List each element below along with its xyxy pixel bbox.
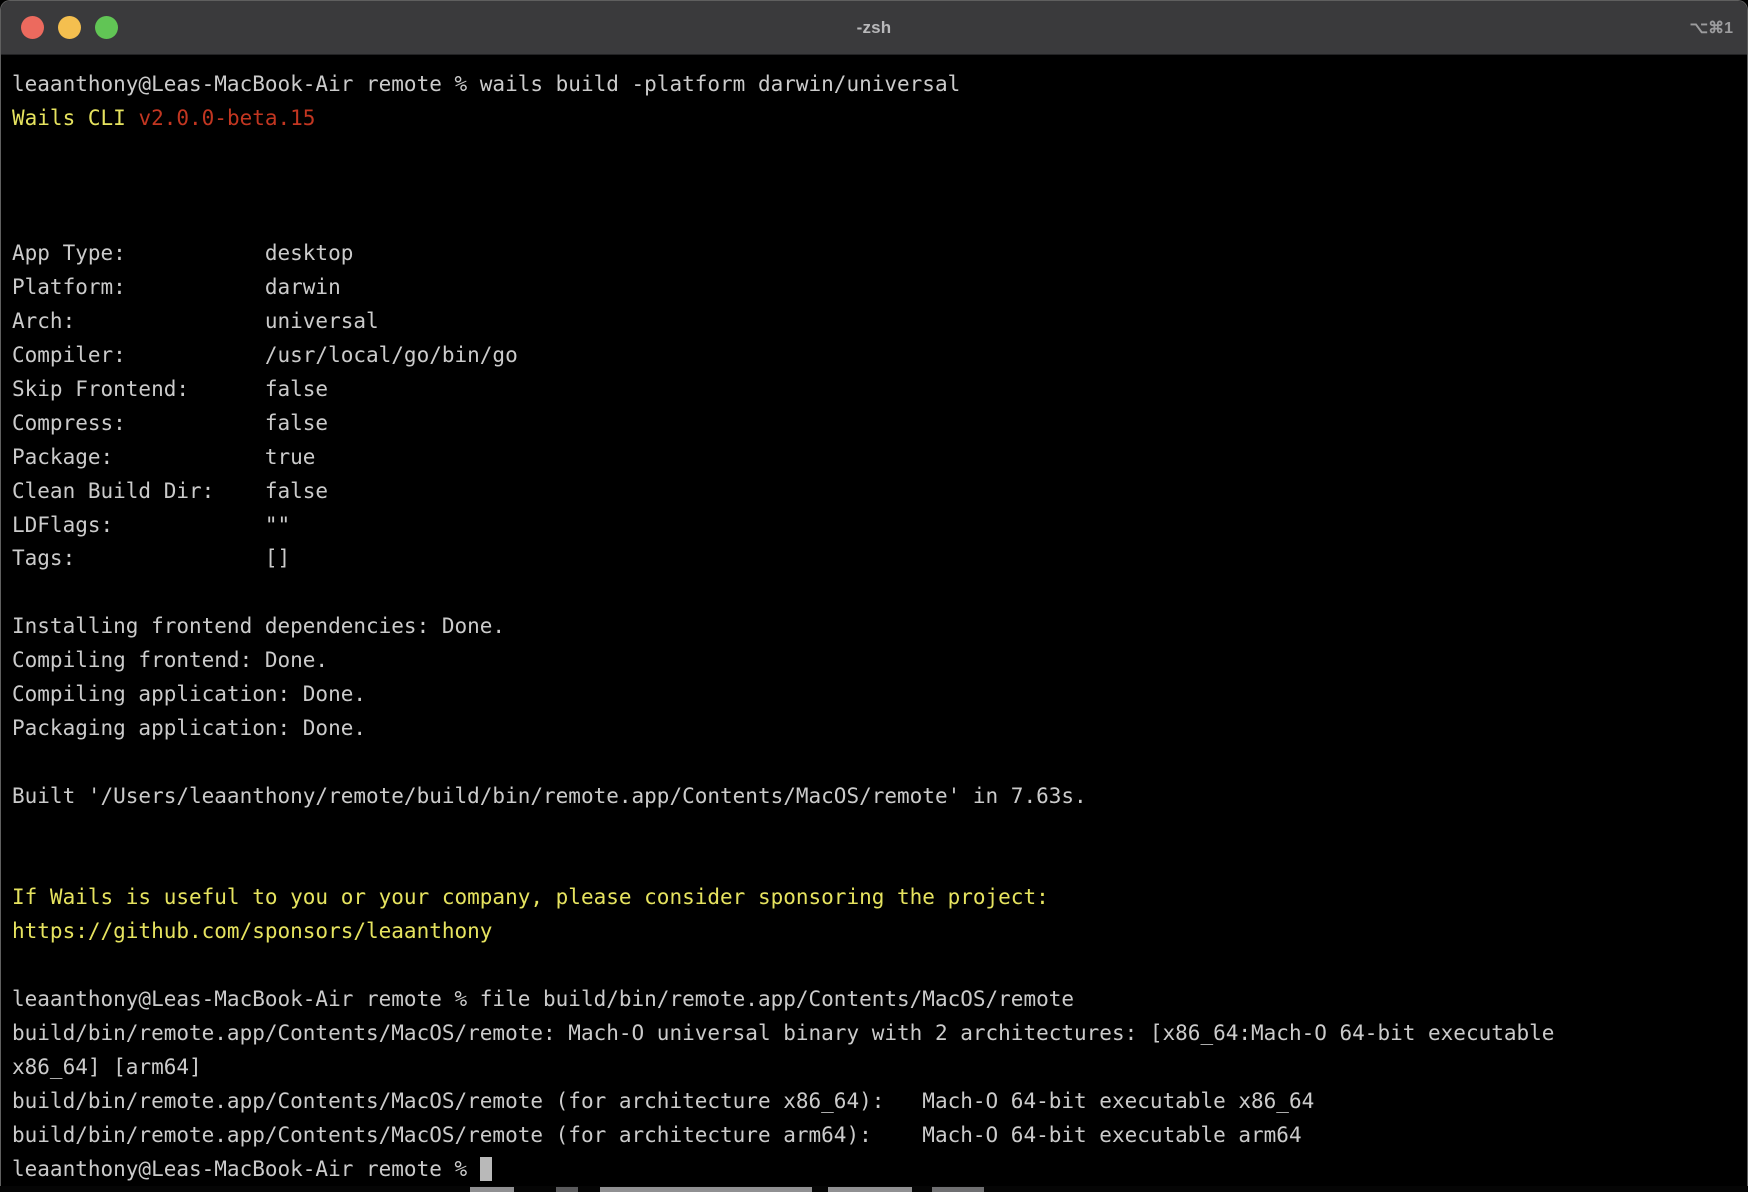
zoom-button[interactable] <box>95 16 118 39</box>
terminal-text-segment: Wails CLI <box>12 106 138 130</box>
terminal-line: x86_64] [arm64] <box>12 1051 1739 1085</box>
terminal-text-segment: build/bin/remote.app/Contents/MacOS/remo… <box>12 1089 1314 1113</box>
terminal-text-segment: Compiling application: Done. <box>12 682 366 706</box>
terminal-output[interactable]: leaanthony@Leas-MacBook-Air remote % wai… <box>1 55 1747 1186</box>
terminal-text-segment: x86_64] [arm64] <box>12 1055 202 1079</box>
terminal-line: Arch: universal <box>12 305 1739 339</box>
terminal-line <box>12 847 1739 881</box>
terminal-line <box>12 949 1739 983</box>
terminal-line <box>12 170 1739 204</box>
terminal-line: build/bin/remote.app/Contents/MacOS/remo… <box>12 1119 1739 1153</box>
terminal-text-segment: Installing frontend dependencies: Done. <box>12 614 505 638</box>
terminal-line: Compress: false <box>12 407 1739 441</box>
terminal-text-segment: https://github.com/sponsors/leaanthony <box>12 919 492 943</box>
terminal-line: Installing frontend dependencies: Done. <box>12 610 1739 644</box>
obscured-window-fragment <box>556 1187 578 1192</box>
terminal-text-segment: leaanthony@Leas-MacBook-Air remote % <box>12 1157 480 1181</box>
obscured-window-fragment <box>470 1187 514 1192</box>
window-title: -zsh <box>857 18 892 38</box>
terminal-text-segment: Clean Build Dir: false <box>12 479 328 503</box>
terminal-text-segment: Compiling frontend: Done. <box>12 648 328 672</box>
terminal-line: leaanthony@Leas-MacBook-Air remote % fil… <box>12 983 1739 1017</box>
terminal-line <box>12 746 1739 780</box>
terminal-text-segment: leaanthony@Leas-MacBook-Air remote % fil… <box>12 987 1074 1011</box>
obscured-window-fragment <box>828 1187 912 1192</box>
terminal-line: https://github.com/sponsors/leaanthony <box>12 915 1739 949</box>
terminal-text-segment: build/bin/remote.app/Contents/MacOS/remo… <box>12 1123 1302 1147</box>
terminal-line: Skip Frontend: false <box>12 373 1739 407</box>
terminal-text-segment: Packaging application: Done. <box>12 716 366 740</box>
terminal-line: App Type: desktop <box>12 237 1739 271</box>
terminal-line: build/bin/remote.app/Contents/MacOS/remo… <box>12 1017 1739 1051</box>
terminal-line: Compiling application: Done. <box>12 678 1739 712</box>
terminal-text-segment: Compiler: /usr/local/go/bin/go <box>12 343 518 367</box>
terminal-line: Platform: darwin <box>12 271 1739 305</box>
terminal-text-segment: If Wails is useful to you or your compan… <box>12 885 1049 909</box>
terminal-line <box>12 814 1739 848</box>
keyboard-shortcut-badge: ⌥⌘1 <box>1690 1 1733 54</box>
titlebar[interactable]: -zsh ⌥⌘1 <box>1 1 1747 55</box>
minimize-button[interactable] <box>58 16 81 39</box>
terminal-window: -zsh ⌥⌘1 leaanthony@Leas-MacBook-Air rem… <box>0 0 1748 1186</box>
terminal-line: leaanthony@Leas-MacBook-Air remote % <box>12 1153 1739 1187</box>
terminal-text-segment: v2.0.0-beta.15 <box>138 106 315 130</box>
terminal-line: Wails CLI v2.0.0-beta.15 <box>12 102 1739 136</box>
obscured-window-sliver <box>0 1186 1748 1192</box>
terminal-line: Tags: [] <box>12 542 1739 576</box>
terminal-line: LDFlags: "" <box>12 509 1739 543</box>
terminal-text-segment: Built '/Users/leaanthony/remote/build/bi… <box>12 784 1087 808</box>
terminal-line: If Wails is useful to you or your compan… <box>12 881 1739 915</box>
terminal-line: Built '/Users/leaanthony/remote/build/bi… <box>12 780 1739 814</box>
terminal-text-segment: App Type: desktop <box>12 241 353 265</box>
terminal-line: Packaging application: Done. <box>12 712 1739 746</box>
terminal-line: Clean Build Dir: false <box>12 475 1739 509</box>
terminal-text-segment: Package: true <box>12 445 315 469</box>
terminal-line: Package: true <box>12 441 1739 475</box>
obscured-window-fragment <box>932 1187 984 1192</box>
terminal-text-segment: leaanthony@Leas-MacBook-Air remote % wai… <box>12 72 960 96</box>
terminal-line: build/bin/remote.app/Contents/MacOS/remo… <box>12 1085 1739 1119</box>
terminal-line: Compiler: /usr/local/go/bin/go <box>12 339 1739 373</box>
close-button[interactable] <box>21 16 44 39</box>
terminal-line <box>12 136 1739 170</box>
terminal-text-segment: build/bin/remote.app/Contents/MacOS/remo… <box>12 1021 1554 1045</box>
terminal-text-segment: Compress: false <box>12 411 328 435</box>
terminal-text-segment: Platform: darwin <box>12 275 341 299</box>
terminal-cursor <box>480 1157 493 1181</box>
terminal-line <box>12 204 1739 238</box>
terminal-text-segment: LDFlags: "" <box>12 513 290 537</box>
obscured-window-fragment <box>600 1187 812 1192</box>
terminal-line: leaanthony@Leas-MacBook-Air remote % wai… <box>12 68 1739 102</box>
terminal-text-segment: Arch: universal <box>12 309 379 333</box>
traffic-lights <box>21 1 118 54</box>
terminal-text-segment: Tags: [] <box>12 546 290 570</box>
terminal-line <box>12 576 1739 610</box>
terminal-text-segment: Skip Frontend: false <box>12 377 328 401</box>
terminal-line: Compiling frontend: Done. <box>12 644 1739 678</box>
